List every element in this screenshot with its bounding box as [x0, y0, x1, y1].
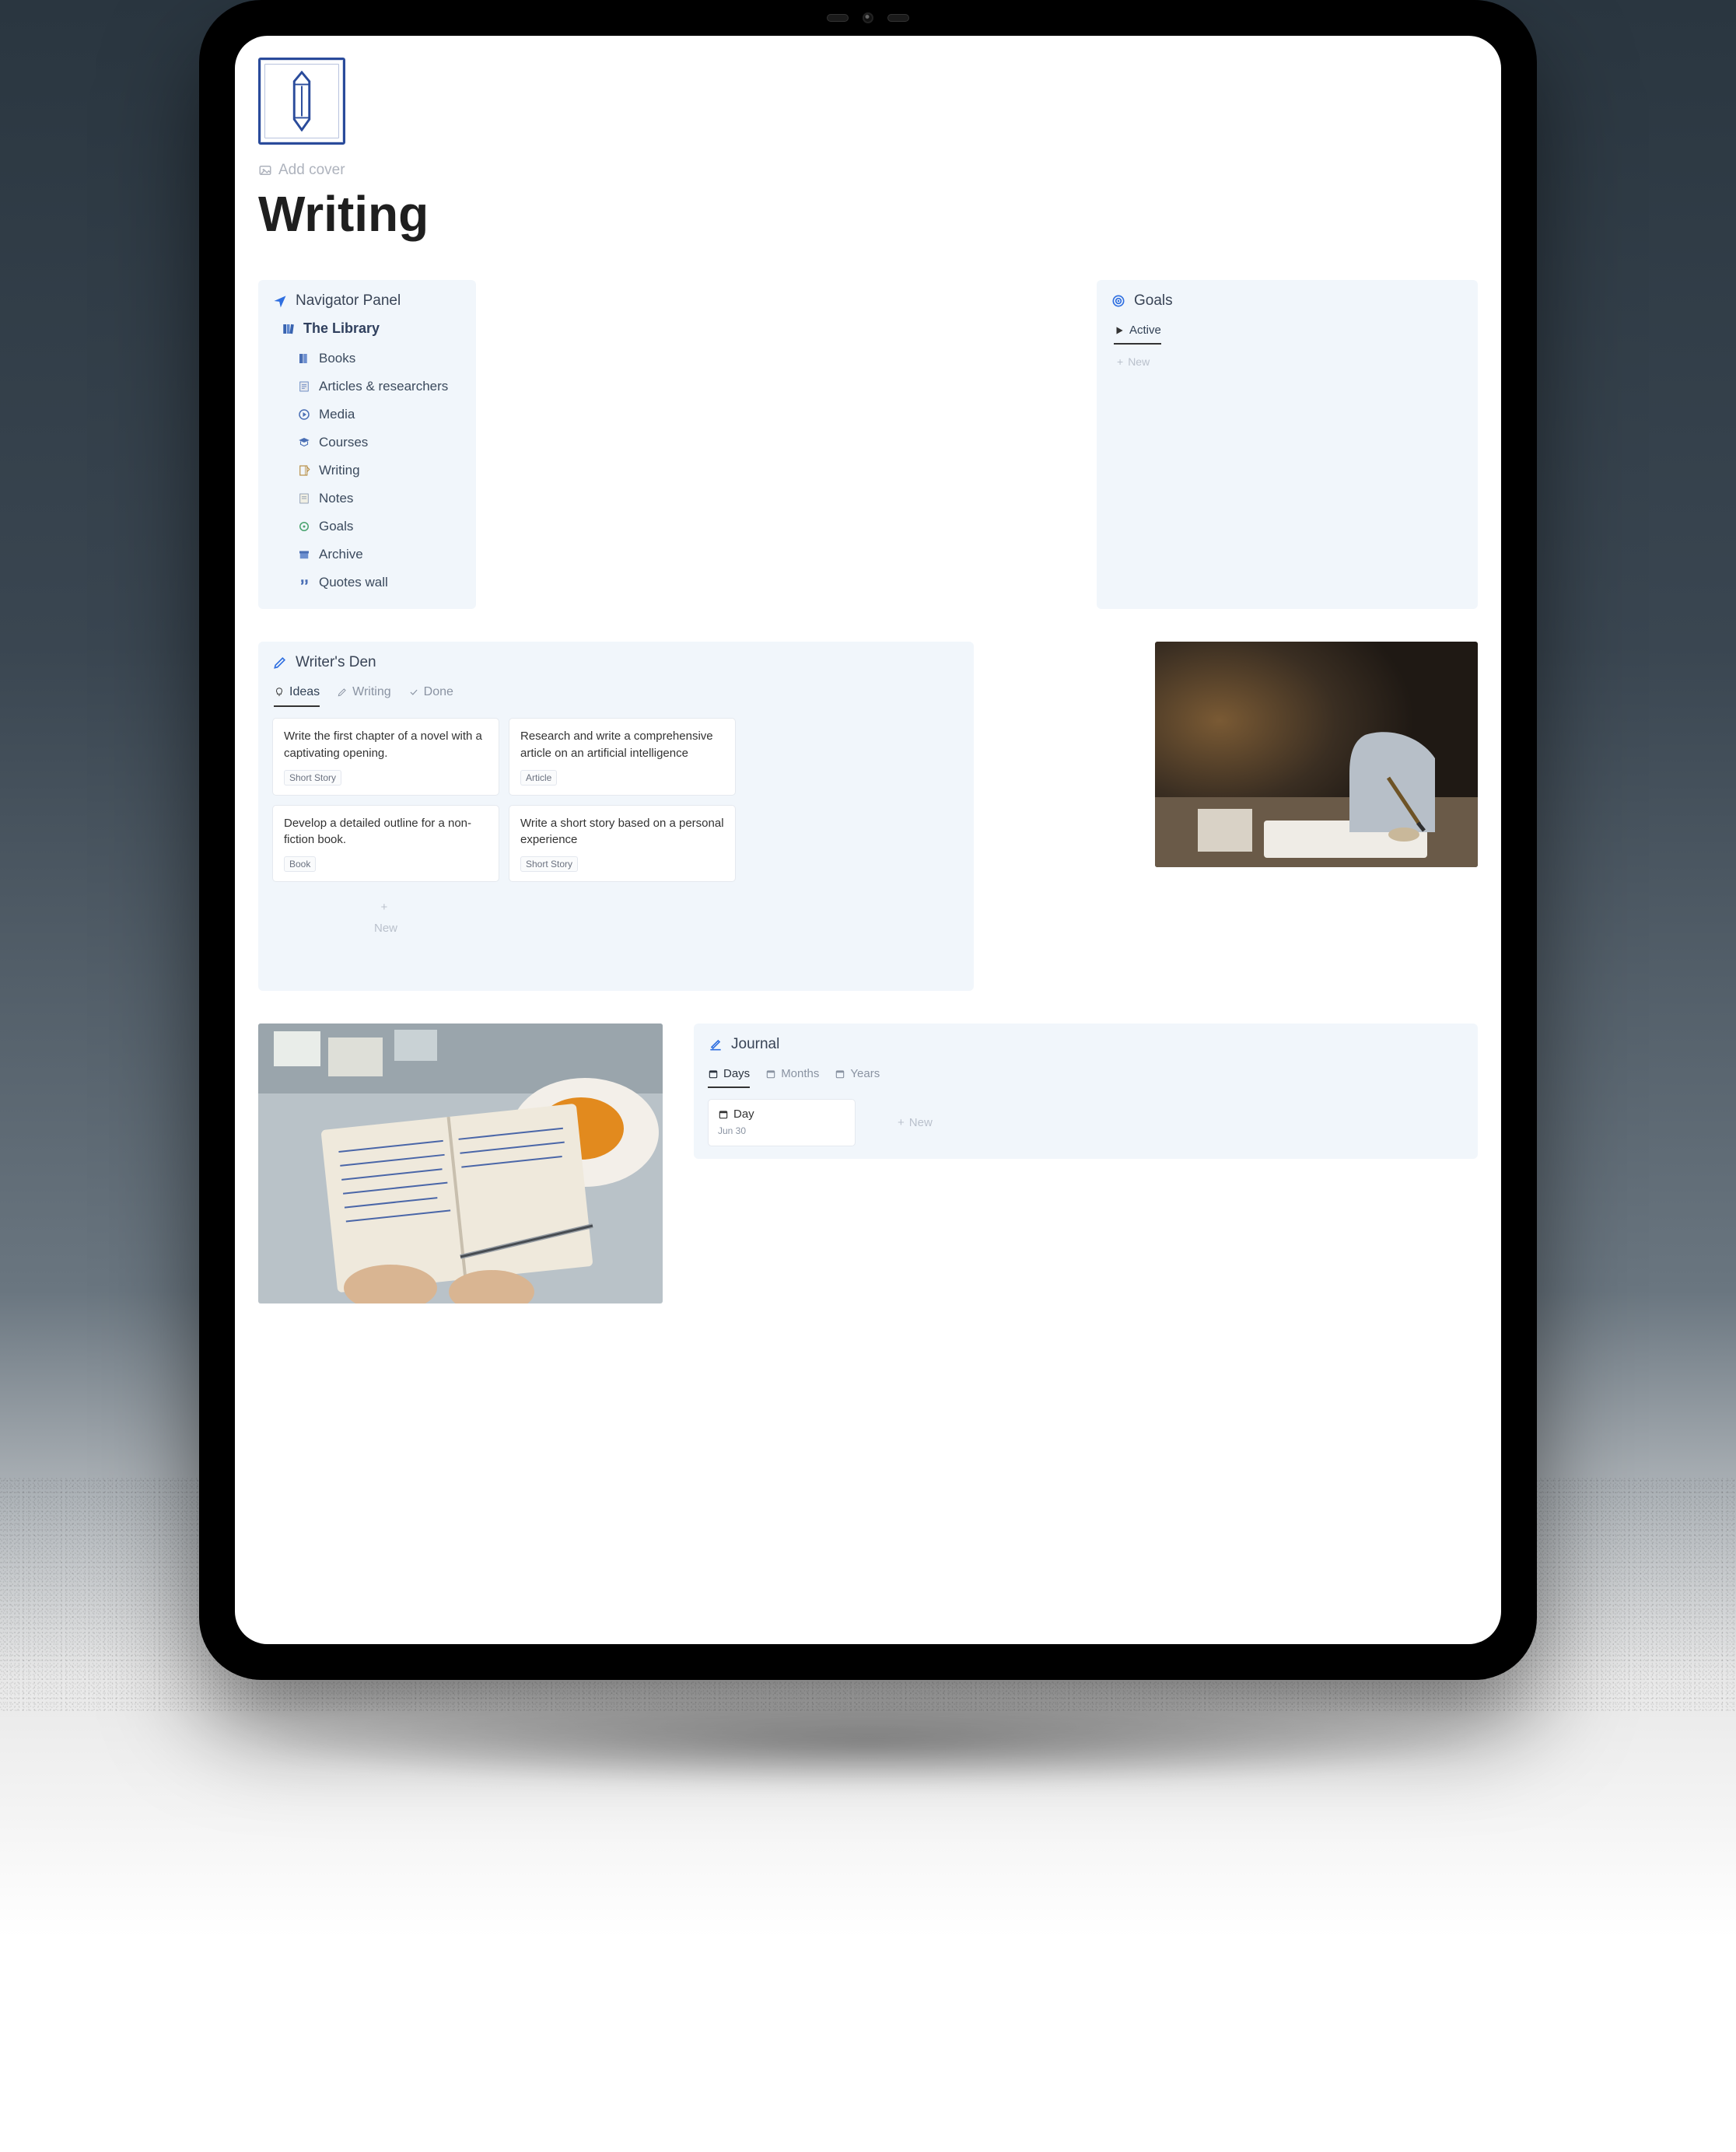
- card-tag: Article: [520, 770, 557, 786]
- sidebar-item-media[interactable]: Media: [297, 401, 462, 429]
- sidebar-item-label: Quotes wall: [319, 575, 388, 590]
- idea-card[interactable]: Research and write a comprehensive artic…: [509, 718, 736, 796]
- journal-panel: Journal Days Months Years Day Jun 30 +New: [694, 1024, 1478, 1159]
- goals-icon: [297, 520, 311, 534]
- sidebar-item-label: Goals: [319, 519, 353, 534]
- archive-icon: [297, 548, 311, 562]
- library-toggle[interactable]: The Library: [282, 320, 462, 337]
- sidebar-item-quotes-wall[interactable]: Quotes wall: [297, 569, 462, 597]
- target-icon: [1111, 293, 1126, 309]
- sidebar-item-writing[interactable]: Writing: [297, 457, 462, 485]
- goals-new[interactable]: +New: [1117, 355, 1464, 368]
- card-title: Write a short story based on a personal …: [520, 815, 724, 849]
- navigator-icon: [272, 293, 288, 309]
- writers-den-title: Writer's Den: [296, 654, 376, 671]
- sidebar-item-label: Writing: [319, 463, 360, 478]
- goals-tab-label: Active: [1129, 324, 1161, 337]
- journal-card-day[interactable]: Day Jun 30: [708, 1099, 856, 1146]
- play-icon: [1114, 325, 1125, 336]
- media-icon: [297, 408, 311, 422]
- tab-active[interactable]: Active: [1114, 320, 1161, 345]
- library-label: The Library: [303, 320, 380, 337]
- sidebar-item-label: Articles & researchers: [319, 379, 448, 394]
- card-tag: Short Story: [284, 770, 341, 786]
- goals-title: Goals: [1134, 292, 1173, 310]
- idea-card[interactable]: Develop a detailed outline for a non-fic…: [272, 805, 499, 883]
- pen-icon: [272, 655, 288, 670]
- edit-icon: [708, 1037, 723, 1052]
- image-writing-desk: [1155, 642, 1478, 867]
- sidebar-item-articles-researchers[interactable]: Articles & researchers: [297, 373, 462, 401]
- idea-card[interactable]: Write a short story based on a personal …: [509, 805, 736, 883]
- sidebar-item-label: Courses: [319, 435, 368, 450]
- sidebar-item-label: Books: [319, 351, 355, 366]
- sidebar-item-notes[interactable]: Notes: [297, 485, 462, 513]
- courses-icon: [297, 436, 311, 450]
- books-icon: [297, 352, 311, 366]
- tab-ideas[interactable]: Ideas: [274, 682, 320, 707]
- sidebar-item-books[interactable]: Books: [297, 345, 462, 373]
- card-tag: Book: [284, 856, 316, 872]
- calendar-day-icon: [718, 1109, 729, 1120]
- writing-icon: [297, 464, 311, 478]
- card-title: Write the first chapter of a novel with …: [284, 728, 488, 762]
- tab-years[interactable]: Years: [835, 1064, 880, 1088]
- sidebar-item-label: Media: [319, 407, 355, 422]
- articles-icon: [297, 380, 311, 394]
- sidebar-item-label: Notes: [319, 491, 353, 506]
- card-title: Develop a detailed outline for a non-fic…: [284, 815, 488, 849]
- idea-card[interactable]: Write the first chapter of a novel with …: [272, 718, 499, 796]
- notes-icon: [297, 492, 311, 506]
- goals-panel: Goals Active +New: [1097, 280, 1478, 609]
- device-notch: [827, 12, 909, 23]
- image-icon: [258, 163, 272, 177]
- add-cover-label: Add cover: [278, 162, 345, 179]
- tab-writing[interactable]: Writing: [337, 682, 391, 707]
- sidebar-item-courses[interactable]: Courses: [297, 429, 462, 457]
- sidebar-item-archive[interactable]: Archive: [297, 541, 462, 569]
- add-cover-button[interactable]: Add cover: [258, 162, 1478, 179]
- sidebar-item-goals[interactable]: Goals: [297, 513, 462, 541]
- sidebar-item-label: Archive: [319, 547, 363, 562]
- journal-title: Journal: [731, 1036, 779, 1053]
- navigator-panel: Navigator Panel The Library Books Article…: [258, 280, 476, 609]
- page-icon-pencil[interactable]: [258, 58, 345, 145]
- library-icon: [282, 322, 296, 336]
- image-notebook-tea: [258, 1024, 663, 1303]
- page-title: Writing: [258, 185, 1478, 243]
- idea-card-new[interactable]: + New: [272, 891, 499, 944]
- tab-done[interactable]: Done: [408, 682, 453, 707]
- app-screen: Add cover Writing Navigator Panel The Li…: [235, 36, 1501, 1644]
- journal-card-title: Day: [733, 1107, 754, 1121]
- writers-den-panel: Writer's Den Ideas Writing Done Write the …: [258, 642, 974, 991]
- quotes-icon: [297, 576, 311, 590]
- tablet-frame: Add cover Writing Navigator Panel The Li…: [199, 0, 1537, 1680]
- journal-new[interactable]: +New: [866, 1099, 933, 1146]
- card-tag: Short Story: [520, 856, 578, 872]
- navigator-title: Navigator Panel: [296, 292, 401, 310]
- journal-card-date: Jun 30: [718, 1125, 845, 1136]
- tab-months[interactable]: Months: [765, 1064, 819, 1088]
- card-title: Research and write a comprehensive artic…: [520, 728, 724, 762]
- tab-days[interactable]: Days: [708, 1064, 750, 1088]
